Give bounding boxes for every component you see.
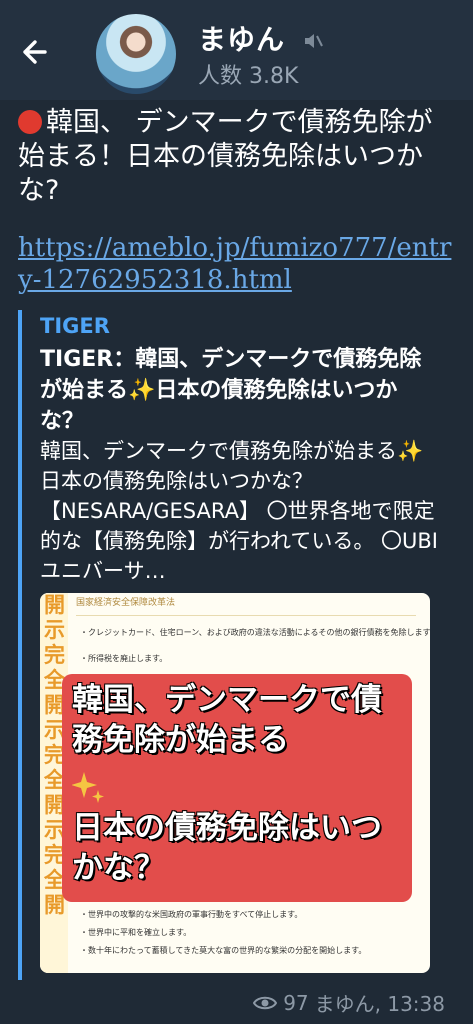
preview-site-name: TIGER: [40, 314, 110, 338]
channel-avatar[interactable]: [96, 14, 176, 94]
preview-description: 韓国、デンマークで債務免除が始まる✨日本の債務免除はいつかな？【NESARA/G…: [40, 439, 438, 583]
message-body: 韓国、 デンマークで債務免除が始まる！日本の債務免除はいつかな? https:/…: [18, 106, 458, 296]
message-link[interactable]: https://ameblo.jp/fumizo777/entry-127629…: [18, 232, 458, 296]
headline-card: 韓国、デンマークで債務免除が始まる 日本の債務免除はいつかな？: [62, 674, 412, 902]
side-text: 開示 完全開示 完全開示 完全開: [44, 593, 65, 917]
view-count: 97: [283, 990, 309, 1015]
doc-line: ・数十年にわたって蓄積してきた莫大な富の世界的な繁栄の分配を開始します。: [80, 946, 367, 955]
doc-heading: 国家経済安全保障改革法: [76, 595, 416, 616]
doc-line: ・世界中に平和を確立します。: [80, 928, 192, 937]
message-headline: 韓国、 デンマークで債務免除が始まる！日本の債務免除はいつかな?: [18, 107, 433, 206]
doc-line: ・所得税を廃止します。: [80, 654, 168, 663]
channel-name[interactable]: まゆん: [198, 18, 285, 58]
preview-image[interactable]: 開示 完全開示 完全開示 完全開 国家経済安全保障改革法 ・クレジットカード、住…: [40, 593, 430, 973]
preview-title: TIGER：韓国、デンマークで債務免除が始まる✨日本の債務免除はいつかな？: [40, 347, 422, 434]
sparkle-icon: [72, 772, 104, 803]
doc-line: ・世界中の攻撃的な米国政府の軍事行動をすべて停止します。: [80, 910, 303, 919]
chat-header: まゆん 人数 3.8K: [0, 0, 473, 100]
card-line-1: 韓国、デンマークで債務免除が始まる: [72, 682, 382, 758]
eye-icon: [253, 996, 278, 1009]
muted-icon: [302, 30, 324, 52]
card-line-2: 日本の債務免除はいつかな？: [72, 810, 382, 886]
message-meta: 97 まゆん, 13:38: [253, 988, 445, 1017]
back-arrow-icon[interactable]: [10, 30, 54, 74]
doc-line: ・クレジットカード、住宅ローン、および政府の違法な活動によるその他の銀行債務を免…: [80, 628, 430, 637]
member-count: 人数 3.8K: [198, 64, 299, 89]
red-circle-icon: [18, 110, 42, 134]
link-preview[interactable]: TIGER TIGER：韓国、デンマークで債務免除が始まる✨日本の債務免除はいつ…: [18, 310, 452, 980]
author-time: まゆん, 13:38: [314, 992, 445, 1016]
